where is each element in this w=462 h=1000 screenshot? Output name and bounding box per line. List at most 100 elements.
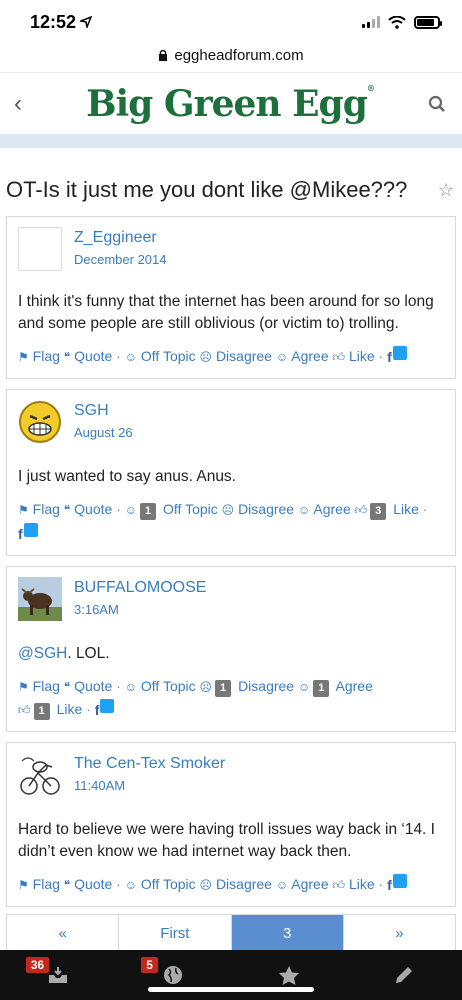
post-date[interactable]: 3:16AM [74,602,206,617]
like-button[interactable]: 👍︎ 1 Like [18,700,83,720]
compose-button[interactable] [384,964,424,986]
battery-icon [414,15,442,29]
reaction-bar: ⚑ Flag ❝ Quote · ☺ Off Topic ☹ Disagree … [18,873,445,896]
bottom-toolbar: 36 5 [0,950,462,1000]
reaction-bar: ⚑ Flag ❝ Quote · ☺ 1 Off Topic ☹ Disagree… [18,498,445,544]
user-mention-link[interactable]: @SGH [18,645,67,662]
site-logo[interactable]: Big Green Egg® [86,83,375,125]
smile-face-icon: ☺ [297,679,311,694]
like-label: Like [348,875,375,892]
quote-button[interactable]: ❝ Quote [64,501,113,517]
bookmark-star-icon[interactable]: ☆ [438,180,454,201]
avatar[interactable] [18,576,62,621]
status-icons [362,15,442,29]
pager-current-page[interactable]: 3 [231,915,344,951]
off-topic-button[interactable]: ☺ Off Topic [125,348,196,364]
flag-button[interactable]: ⚑ Flag [18,678,60,694]
post-author[interactable]: The Cen-Tex Smoker [74,755,225,773]
agree-button[interactable]: ☺ Agree [276,348,329,364]
pager-next[interactable]: » [344,915,455,951]
disagree-button[interactable]: ☹ Disagree [222,501,294,517]
thread-title: OT-Is it just me you dont like @Mikee??? [6,177,408,202]
agree-button[interactable]: ☺ 1 Agree [297,678,373,697]
off-topic-button[interactable]: ☺ 1 Off Topic [124,501,218,521]
neutral-face-icon: ☺ [124,503,137,518]
back-chevron-icon[interactable]: ‹ [14,90,34,118]
post-author[interactable]: BUFFALOMOOSE [74,579,206,597]
frown-face-icon: ☹ [199,350,213,364]
quote-button[interactable]: ❝ Quote [64,876,113,892]
agree-button[interactable]: ☺ Agree [276,876,329,892]
like-button[interactable]: 👍︎ 3 Like [355,501,419,521]
facebook-icon[interactable]: f [18,523,23,545]
disagree-button[interactable]: ☹ 1 Disagree [200,677,295,697]
post-author[interactable]: SGH [74,402,133,420]
avatar[interactable] [18,227,62,271]
twitter-icon[interactable] [392,874,407,889]
disagree-label: Disagree [215,348,272,364]
off-topic-button[interactable]: ☺ Off Topic [125,678,196,694]
flag-icon: ⚑ [18,350,29,364]
smile-face-icon: ☺ [275,350,289,364]
separator: · [112,677,125,694]
post-date[interactable]: December 2014 [74,252,167,267]
share-buttons: f [387,874,407,896]
avatar[interactable] [18,400,62,444]
url-bar[interactable]: eggheadforum.com [0,44,462,66]
twitter-icon[interactable] [100,698,115,713]
post-body-text: . LOL. [67,644,110,662]
off-topic-button[interactable]: ☺ Off Topic [125,876,196,892]
search-icon[interactable] [426,93,448,115]
quote-label: Quote [74,677,113,694]
facebook-icon[interactable]: f [387,874,392,896]
flag-button[interactable]: ⚑ Flag [18,876,60,892]
post: SGH August 26 I just wanted to say anus.… [6,389,456,556]
separator: · [374,348,388,364]
reaction-count-badge: 1 [140,503,157,521]
share-buttons: f [95,698,115,721]
post-date[interactable]: 11:40AM [74,778,225,793]
like-button[interactable]: 👍︎ Like [333,348,375,364]
post-date[interactable]: August 26 [74,425,133,440]
neutral-face-icon: ☺ [124,679,137,694]
quote-label: Quote [74,501,113,518]
flag-button[interactable]: ⚑ Flag [18,348,60,364]
favorites-button[interactable] [269,965,309,985]
post-body: I just wanted to say anus. Anus. [18,468,236,486]
frown-face-icon: ☹ [199,877,213,892]
post-header: The Cen-Tex Smoker 11:40AM [18,752,445,797]
notifications-button[interactable]: 5 [141,957,193,985]
post-body: I think it's funny that the internet has… [18,293,434,332]
site-header: ‹ Big Green Egg® [0,72,462,134]
flag-button[interactable]: ⚑ Flag [18,501,60,517]
pager-prev[interactable]: « [7,915,120,951]
twitter-icon[interactable] [23,522,38,537]
wifi-icon [388,15,406,29]
agree-label: Agree [291,875,329,892]
like-button[interactable]: 👍︎ Like [333,876,375,892]
quote-button[interactable]: ❝ Quote [64,678,113,694]
facebook-icon[interactable]: f [387,346,392,368]
pager-first[interactable]: First [119,915,232,951]
avatar[interactable] [18,752,62,797]
frown-face-icon: ☹ [221,503,235,518]
pagination: « First 3 » [6,914,456,952]
quote-button[interactable]: ❝ Quote [64,348,113,364]
quote-icon: ❝ [63,877,71,892]
clock: 12:52 [30,11,77,32]
smile-face-icon: ☺ [297,503,311,518]
twitter-icon[interactable] [392,346,407,361]
share-buttons: f [387,346,407,368]
post: BUFFALOMOOSE 3:16AM @SGH. LOL. ⚑ Flag ❝ … [6,565,456,732]
inbox-button[interactable]: 36 [25,957,78,985]
separator: · [112,501,125,518]
post-author[interactable]: Z_Eggineer [74,229,167,247]
disagree-label: Disagree [238,677,295,694]
facebook-icon[interactable]: f [95,699,100,721]
like-label: Like [56,700,83,717]
disagree-button[interactable]: ☹ Disagree [200,876,272,892]
separator: · [374,875,388,892]
agree-button[interactable]: ☺ Agree [298,501,351,517]
disagree-button[interactable]: ☹ Disagree [200,348,272,364]
reaction-count-badge: 1 [313,679,330,697]
